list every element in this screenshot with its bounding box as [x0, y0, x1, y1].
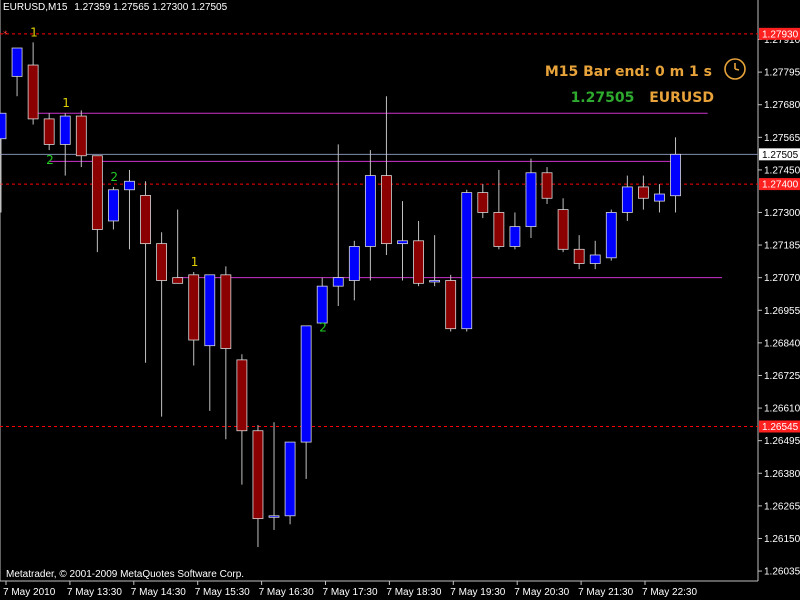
y-tick-label: 1.26150 — [764, 534, 800, 545]
x-tick-label: 7 May 17:30 — [323, 587, 378, 598]
candle-body — [156, 243, 168, 281]
candle-body — [140, 195, 151, 245]
candle-body — [621, 186, 633, 213]
candle-body — [75, 115, 87, 157]
candle-body — [557, 209, 569, 250]
candle-body — [364, 175, 376, 247]
y-tick-label: 1.26495 — [764, 436, 800, 447]
candle-body — [300, 325, 312, 443]
candle-body — [589, 254, 601, 264]
candle-body — [541, 172, 553, 199]
fractal-label: 1 — [62, 96, 70, 110]
fractal-label: 1 — [191, 255, 199, 269]
price-level-label: 1.27930 — [762, 29, 799, 40]
y-tick-label: 1.27185 — [764, 241, 800, 252]
symbol-name: EURUSD,M15 — [3, 2, 68, 13]
candle-body — [108, 189, 119, 222]
candle-body — [654, 193, 665, 202]
candle-body — [381, 175, 392, 245]
current-price-symbol: EURUSD — [649, 90, 714, 106]
candle-body — [59, 115, 71, 145]
y-tick-label: 1.26265 — [764, 501, 800, 512]
candle-body — [188, 274, 200, 341]
candle-body — [43, 118, 55, 145]
bar-end-timer: M15 Bar end: 0 m 1 s — [544, 64, 712, 80]
symbol-header: EURUSD,M15 1.27359 1.27565 1.27300 1.275… — [3, 2, 227, 13]
x-tick-label: 7 May 21:30 — [578, 587, 633, 598]
price-level-label: 1.27505 — [762, 150, 799, 161]
current-price-display: 1.27505 EURUSD — [571, 90, 714, 106]
candle-body — [509, 226, 521, 247]
candle-body — [268, 515, 280, 518]
chart-window[interactable]: 1.27910 1.27795 1.27680 1.27565 1.27450 1.273… — [0, 0, 800, 600]
x-tick-label: 7 May 18:30 — [386, 587, 441, 598]
copyright-text: Metatrader, © 2001-2009 MetaQuotes Softw… — [6, 569, 245, 580]
candle-body — [220, 274, 232, 349]
x-tick-label: 7 May 16:30 — [259, 587, 314, 598]
fractal-label: 2 — [46, 153, 54, 167]
y-tick-label: 1.27070 — [764, 273, 800, 284]
x-tick-label: 7 May 14:30 — [131, 587, 186, 598]
current-price-value: 1.27505 — [570, 90, 635, 106]
y-tick-label: 1.27300 — [764, 208, 800, 219]
candle-body — [477, 192, 489, 213]
candle-body — [445, 280, 457, 330]
candle-body — [252, 430, 264, 520]
candle-body — [11, 47, 23, 77]
price-level-label: 1.26545 — [762, 422, 799, 433]
candle-body — [204, 274, 216, 347]
candle-body — [348, 246, 360, 281]
x-tick-label: 7 May 20:30 — [514, 587, 569, 598]
level-marker: * — [3, 30, 8, 40]
x-tick-label: 7 May 13:30 — [67, 587, 122, 598]
candle-body — [172, 277, 184, 284]
x-tick-label: 7 May 15:30 — [195, 587, 250, 598]
candle-body — [397, 240, 408, 245]
candle-body — [316, 285, 328, 324]
y-tick-label: 1.26610 — [764, 404, 800, 415]
fractal-label: 1 — [30, 25, 38, 39]
y-tick-label: 1.27680 — [764, 100, 800, 111]
x-tick-label: 7 May 22:30 — [642, 587, 697, 598]
candle-body — [493, 212, 505, 247]
candle-body — [91, 155, 103, 230]
y-tick-label: 1.27450 — [764, 165, 800, 176]
price-level-label: 1.27400 — [762, 180, 799, 191]
y-tick-label: 1.27565 — [764, 133, 800, 144]
x-tick-label: 7 May 2010 — [3, 587, 56, 598]
fractal-label: 2 — [110, 170, 118, 184]
ohlc-values: 1.27359 1.27565 1.27300 1.27505 — [74, 2, 228, 13]
candle-body — [413, 240, 424, 284]
y-tick-label: 1.27795 — [764, 68, 800, 79]
candle-body — [525, 172, 537, 228]
y-tick-label: 1.26380 — [764, 469, 800, 480]
candle-body — [461, 192, 473, 330]
candle-body — [573, 248, 585, 264]
y-tick-label: 1.26035 — [764, 567, 800, 578]
candle-body — [429, 280, 441, 283]
y-tick-label: 1.26725 — [764, 371, 800, 382]
candle-body — [0, 112, 7, 140]
clock-icon — [724, 58, 746, 80]
fractal-label: 2 — [319, 320, 327, 334]
candle-body — [670, 153, 681, 197]
candle-body — [284, 441, 296, 517]
x-tick-label: 7 May 19:30 — [450, 587, 505, 598]
candle-body — [124, 180, 135, 191]
y-tick-label: 1.26955 — [764, 306, 800, 317]
candle-body — [236, 359, 248, 432]
candle-body — [638, 186, 649, 199]
candle-body — [605, 212, 617, 259]
y-tick-label: 1.26840 — [764, 338, 800, 349]
candle-body — [332, 277, 344, 287]
candle-body — [27, 64, 39, 120]
